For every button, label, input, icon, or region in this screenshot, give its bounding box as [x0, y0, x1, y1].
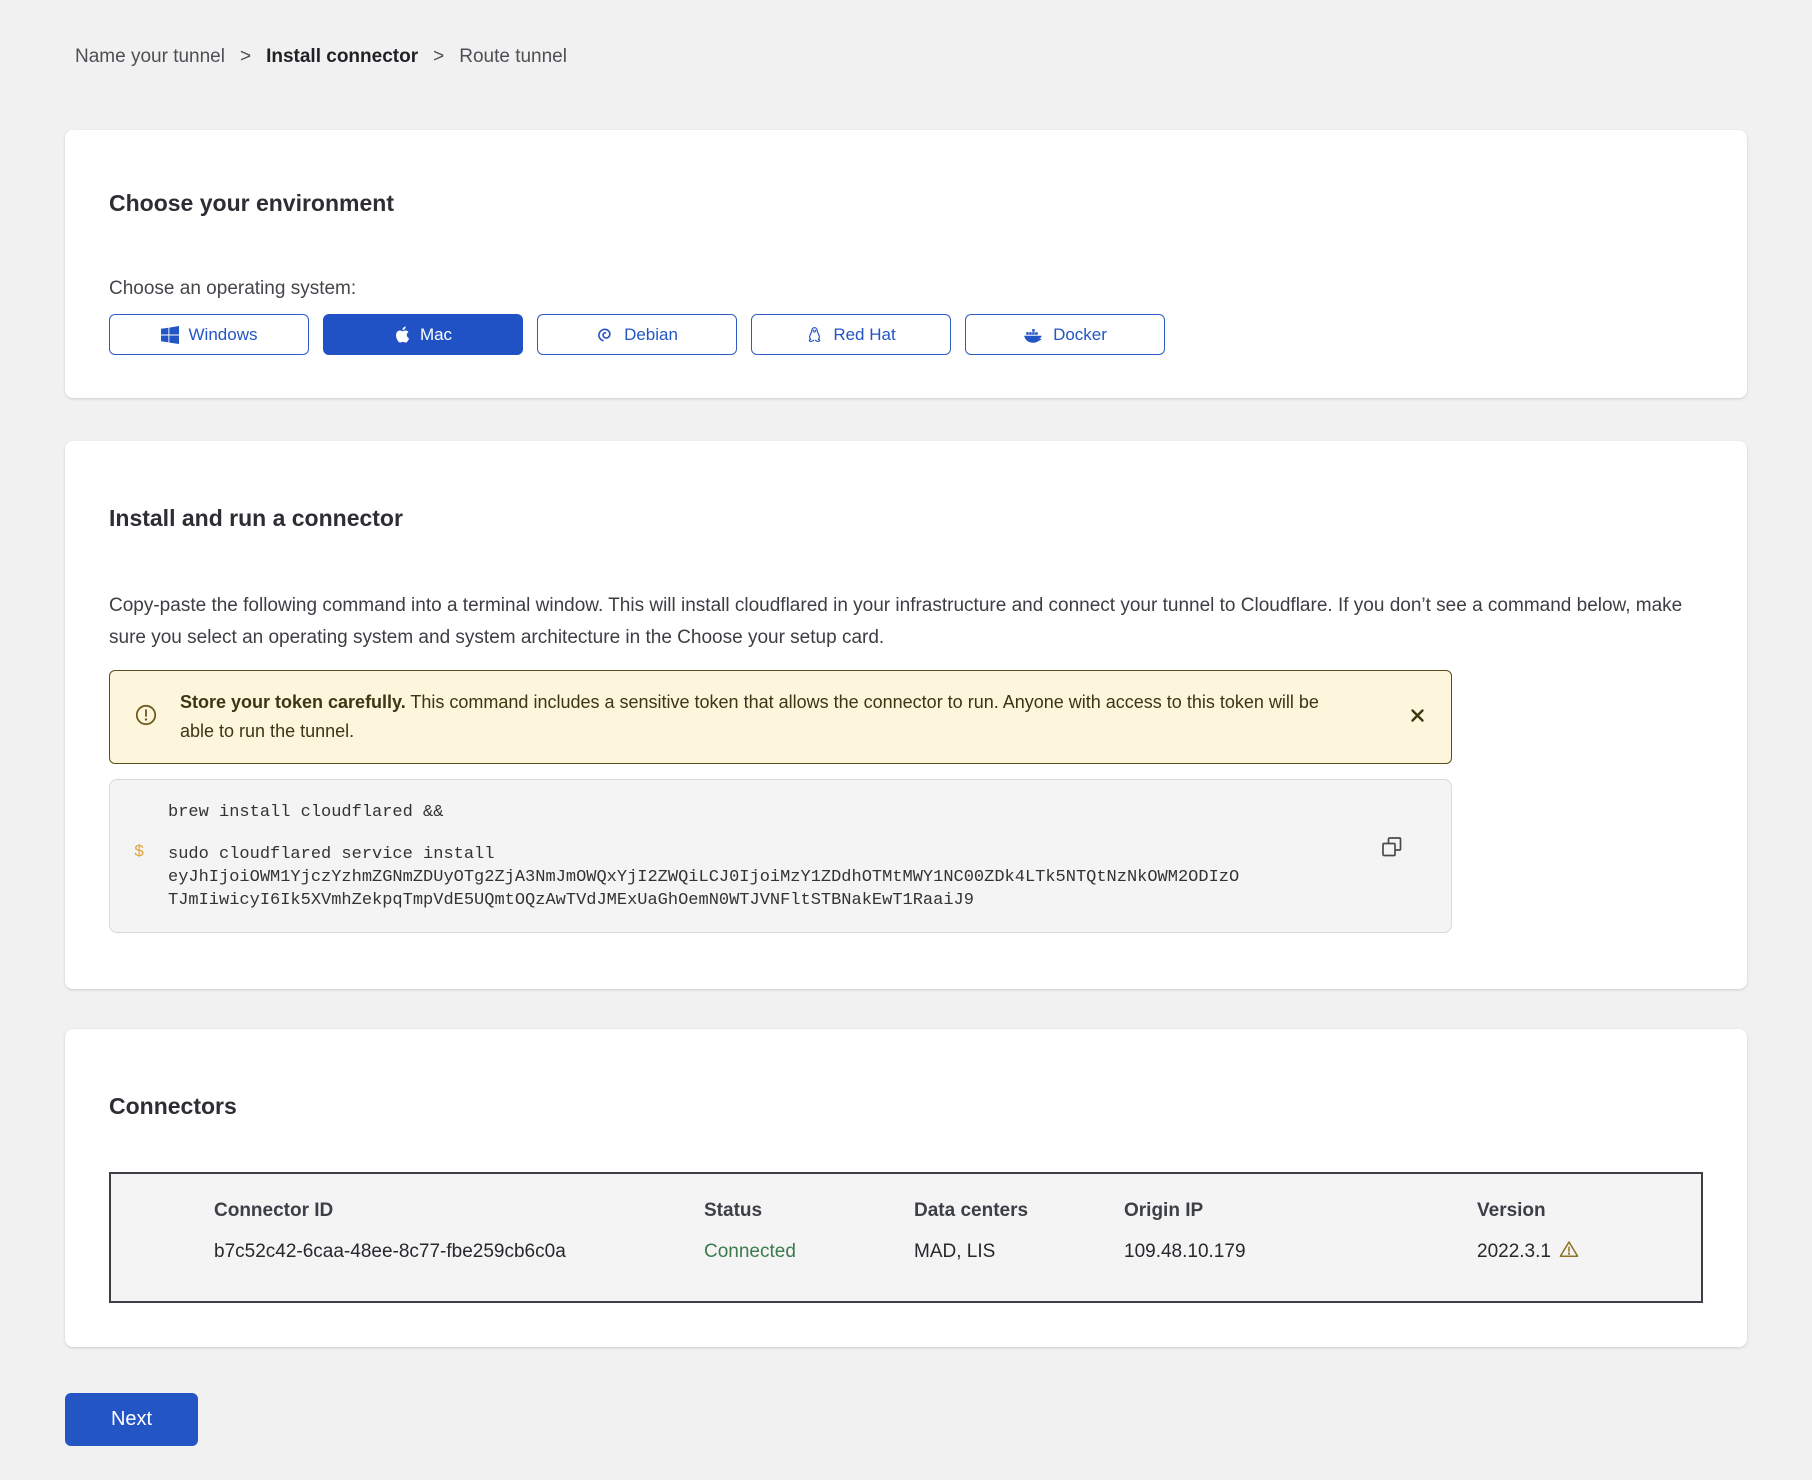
token-warning-text: Store your token carefully. This command…	[180, 688, 1350, 746]
os-button-label: Windows	[189, 325, 258, 345]
status-badge: Connected	[704, 1241, 914, 1263]
step-route-tunnel[interactable]: Route tunnel	[459, 46, 567, 68]
copy-icon[interactable]	[1379, 834, 1405, 863]
choose-environment-card: Choose your environment Choose an operat…	[65, 130, 1747, 398]
token-warning-banner: Store your token carefully. This command…	[109, 670, 1452, 764]
os-select-label: Choose an operating system:	[109, 278, 1703, 300]
connectors-table: Connector ID Status Data centers Origin …	[109, 1172, 1703, 1303]
token-warning-bold: Store your token carefully.	[180, 692, 406, 712]
circle-exclamation-icon	[134, 703, 158, 732]
os-button-redhat[interactable]: Red Hat	[751, 314, 951, 355]
col-header-origin-ip: Origin IP	[1124, 1200, 1477, 1222]
version-cell: 2022.3.1	[1477, 1240, 1701, 1264]
tunnel-setup-page: Name your tunnel > Install connector > R…	[0, 0, 1812, 1480]
os-button-docker[interactable]: Docker	[965, 314, 1165, 355]
debian-swirl-icon	[596, 326, 614, 344]
install-command-codeblock[interactable]: brew install cloudflared && $ sudo cloud…	[109, 779, 1452, 933]
step-name-your-tunnel[interactable]: Name your tunnel	[75, 46, 225, 68]
docker-whale-icon	[1023, 326, 1043, 343]
install-card-title: Install and run a connector	[109, 505, 1703, 532]
connectors-table-header: Connector ID Status Data centers Origin …	[111, 1200, 1701, 1222]
data-centers-cell: MAD, LIS	[914, 1241, 1124, 1263]
os-button-windows[interactable]: Windows	[109, 314, 309, 355]
breadcrumb-separator: >	[433, 46, 444, 68]
token-line-2: TJmIiwicyI6Ik5XVmhZekpqTmpVdE5UQmtOQzAwT…	[168, 889, 1391, 912]
shell-prompt: $	[134, 843, 168, 912]
col-header-version: Version	[1477, 1200, 1701, 1222]
token-line-1: eyJhIjoiOWM1YjczYzhmZGNmZDUyOTg2ZjA3NmJm…	[168, 866, 1391, 889]
version-value: 2022.3.1	[1477, 1241, 1551, 1263]
table-row: b7c52c42-6caa-48ee-8c77-fbe259cb6c0a Con…	[111, 1240, 1701, 1264]
install-connector-card: Install and run a connector Copy-paste t…	[65, 441, 1747, 989]
os-button-label: Debian	[624, 325, 678, 345]
connector-id-cell: b7c52c42-6caa-48ee-8c77-fbe259cb6c0a	[111, 1241, 704, 1263]
origin-ip-cell: 109.48.10.179	[1124, 1241, 1477, 1263]
code-command-row: $ sudo cloudflared service install eyJhI…	[134, 843, 1391, 912]
install-description: Copy-paste the following command into a …	[109, 590, 1703, 654]
code-command-body: sudo cloudflared service install eyJhIjo…	[168, 843, 1391, 912]
col-header-data-centers: Data centers	[914, 1200, 1124, 1222]
x-close-icon[interactable]	[1406, 704, 1429, 730]
os-button-group: Windows Mac Debian	[109, 314, 1703, 355]
col-header-status: Status	[704, 1200, 914, 1222]
next-button[interactable]: Next	[65, 1393, 198, 1446]
os-button-label: Red Hat	[833, 325, 895, 345]
connectors-card-title: Connectors	[109, 1093, 1703, 1120]
os-button-debian[interactable]: Debian	[537, 314, 737, 355]
code-line-brew: brew install cloudflared &&	[168, 802, 1391, 824]
breadcrumb-separator: >	[240, 46, 251, 68]
os-button-label: Docker	[1053, 325, 1107, 345]
apple-icon	[394, 325, 410, 344]
warning-triangle-icon	[1559, 1240, 1579, 1264]
connectors-card: Connectors Connector ID Status Data cent…	[65, 1029, 1747, 1347]
windows-icon	[161, 326, 179, 344]
col-header-connector-id: Connector ID	[111, 1200, 704, 1222]
step-install-connector[interactable]: Install connector	[266, 46, 418, 68]
code-line-sudo: sudo cloudflared service install	[168, 843, 1391, 866]
linux-penguin-icon	[806, 325, 823, 344]
os-button-mac[interactable]: Mac	[323, 314, 523, 355]
breadcrumb: Name your tunnel > Install connector > R…	[65, 0, 1747, 68]
os-button-label: Mac	[420, 325, 452, 345]
environment-card-title: Choose your environment	[109, 190, 1703, 217]
